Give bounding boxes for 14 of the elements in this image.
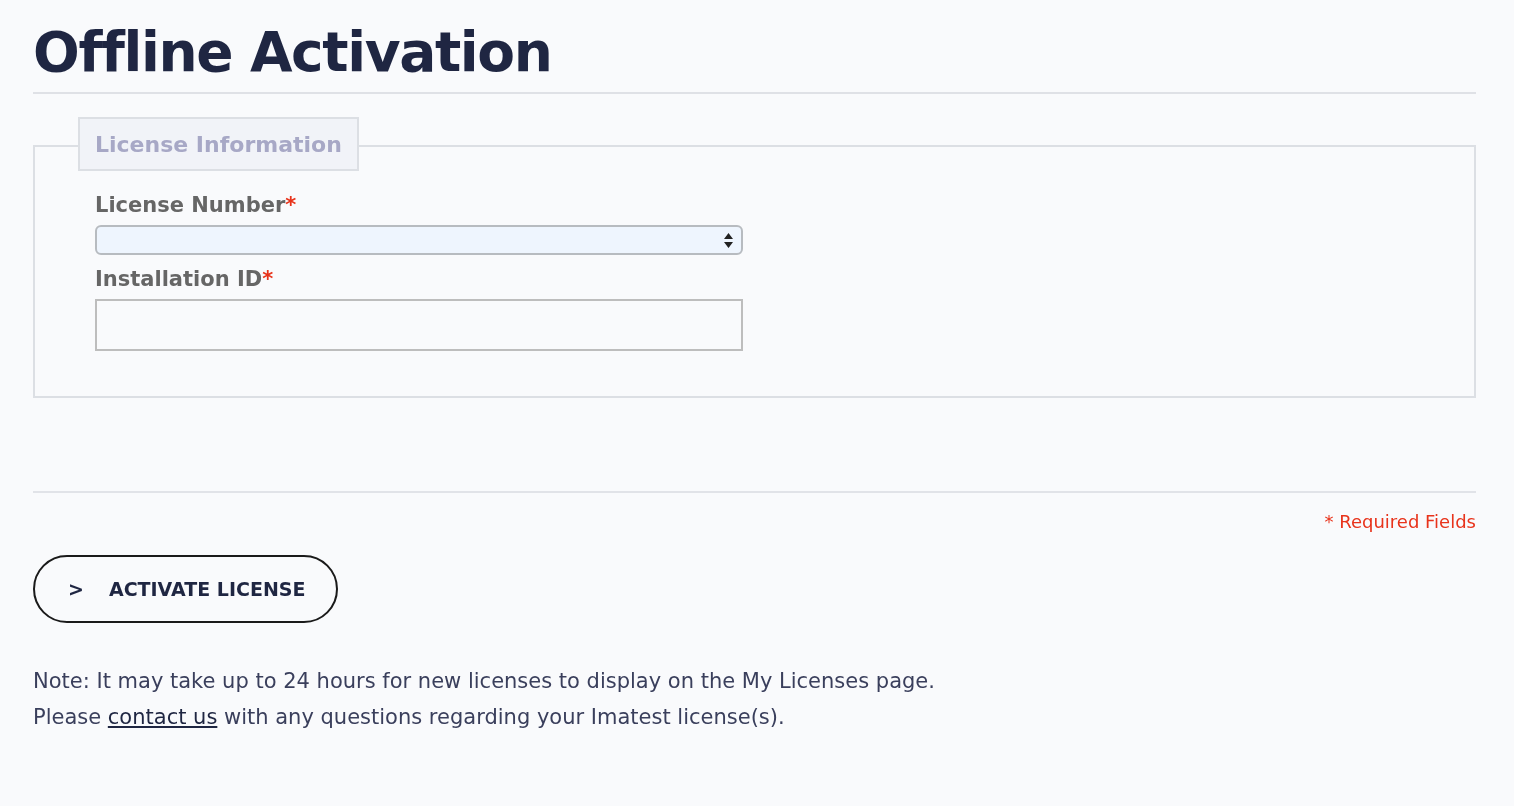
required-asterisk: * xyxy=(285,192,297,219)
section-legend: License Information xyxy=(78,117,359,171)
required-fields-note: * Required Fields xyxy=(1324,510,1476,534)
required-asterisk: * xyxy=(262,266,274,293)
installation-id-field[interactable] xyxy=(95,299,743,351)
note-text: Note: It may take up to 24 hours for new licenses to display on the My Licenses page. xyxy=(33,668,935,695)
license-select[interactable] xyxy=(95,225,743,255)
up-down-arrows-icon xyxy=(724,232,733,248)
page-title: Offline Activation xyxy=(33,19,552,86)
field-label: Installation ID xyxy=(95,266,263,293)
contact-text: Please contact us with any questions regarding your Imatest license(s). xyxy=(33,704,785,731)
contact-link[interactable]: contact us xyxy=(107,705,218,729)
activate-license-button[interactable]: > ACTIVATE LICENSE xyxy=(33,555,338,623)
field-label: License Number xyxy=(95,192,286,219)
